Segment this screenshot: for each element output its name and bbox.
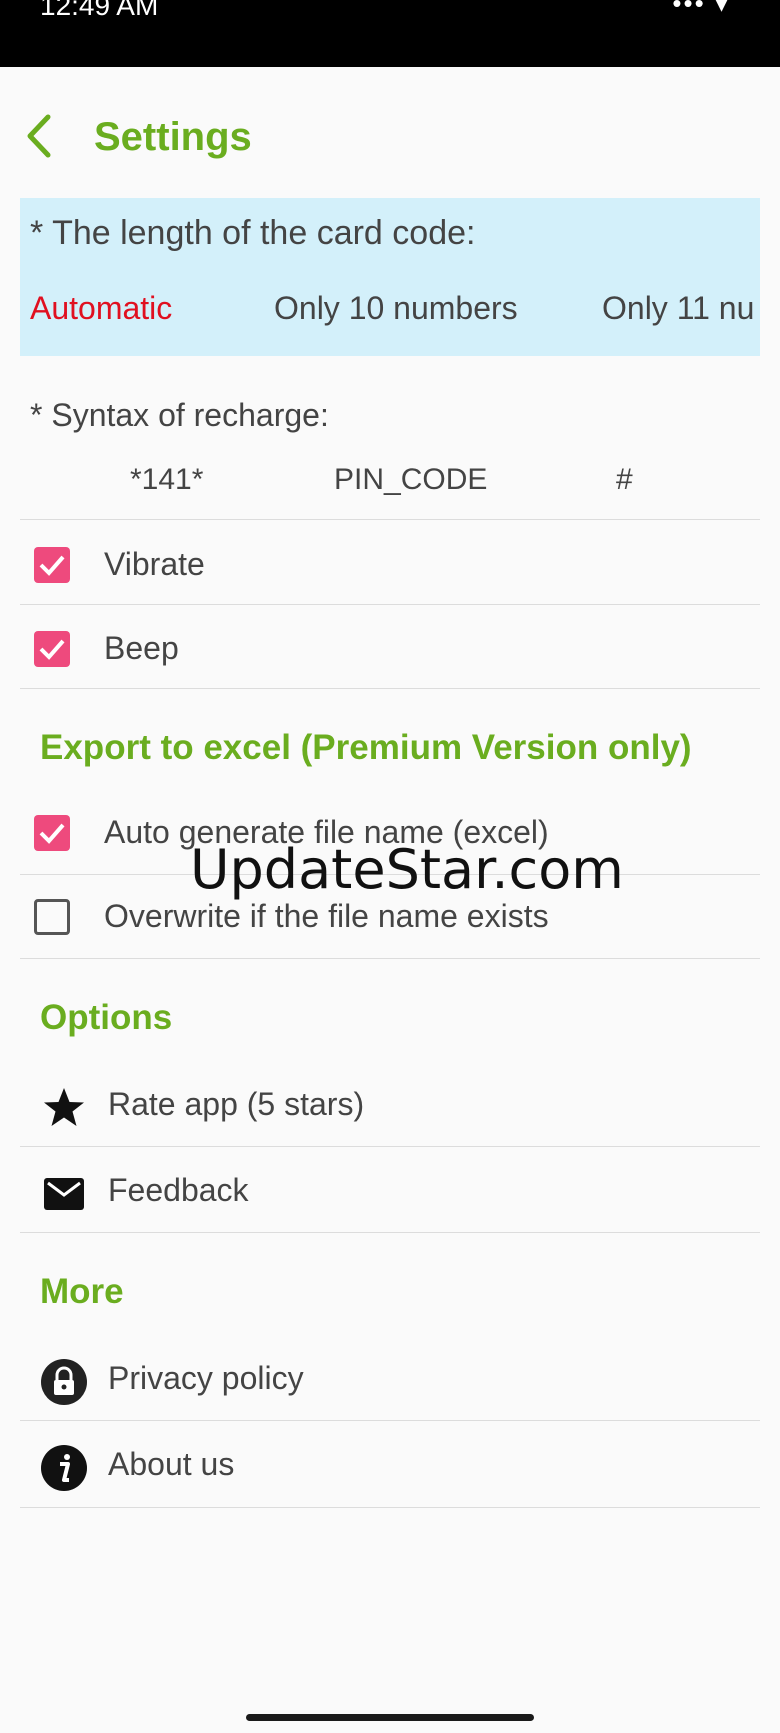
more-section-title: More [40,1272,124,1311]
privacy-policy-row[interactable]: Privacy policy [20,1338,760,1422]
status-bar: 12:49 AM ••• ▾ [0,0,780,67]
options-section-title: Options [40,998,173,1037]
star-icon [44,1088,84,1126]
feedback-row[interactable]: Feedback [20,1150,760,1234]
overwrite-label: Overwrite if the file name exists [104,898,549,934]
status-time: 12:49 AM [40,0,159,21]
rate-app-row[interactable]: Rate app (5 stars) [20,1064,760,1148]
beep-row[interactable]: Beep [20,608,760,692]
divider [20,604,760,605]
page-title: Settings [94,115,252,159]
mail-icon [44,1178,84,1210]
overwrite-checkbox[interactable] [34,899,70,935]
export-section-title: Export to excel (Premium Version only) [40,728,692,767]
card-code-option-10[interactable]: Only 10 numbers [274,290,518,327]
divider [20,1232,760,1233]
syntax-prefix[interactable]: *141* [130,463,203,497]
status-indicators: ••• ▾ [672,0,730,18]
about-us-row[interactable]: About us [20,1424,760,1508]
card-code-option-automatic[interactable]: Automatic [30,290,172,327]
auto-generate-checkbox[interactable] [34,815,70,851]
lock-icon [41,1359,87,1405]
privacy-policy-label: Privacy policy [108,1360,304,1396]
chevron-left-icon[interactable] [20,111,60,161]
vibrate-checkbox[interactable] [34,547,70,583]
divider [20,1420,760,1421]
divider [20,1146,760,1147]
info-icon [41,1445,87,1491]
divider [20,519,760,520]
syntax-pin-code[interactable]: PIN_CODE [334,463,487,497]
home-indicator[interactable] [246,1714,534,1721]
divider [20,1507,760,1508]
vibrate-row[interactable]: Vibrate [20,524,760,608]
divider [20,958,760,959]
card-code-label: * The length of the card code: [30,214,476,252]
watermark: UpdateStar.com [190,838,624,901]
app-bar: Settings [0,67,780,197]
about-us-label: About us [108,1446,235,1482]
card-code-option-11[interactable]: Only 11 nu [602,290,754,327]
feedback-label: Feedback [108,1172,249,1208]
syntax-suffix[interactable]: # [616,463,633,497]
beep-label: Beep [104,630,179,666]
beep-checkbox[interactable] [34,631,70,667]
divider [20,688,760,689]
vibrate-label: Vibrate [104,546,205,582]
syntax-label: * Syntax of recharge: [30,397,329,433]
rate-app-label: Rate app (5 stars) [108,1086,365,1122]
navigation-bar [0,1700,780,1733]
card-code-length-box: * The length of the card code: Automatic… [20,198,760,356]
